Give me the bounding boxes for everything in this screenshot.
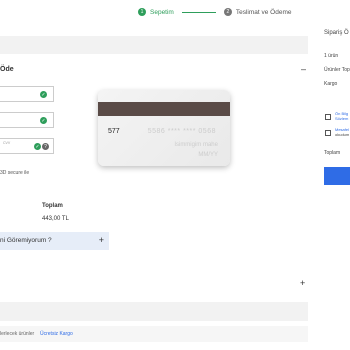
card-note-line2: MM/YY (198, 152, 218, 158)
info-icon[interactable]: ? (42, 143, 49, 150)
step-cart-dot: 1 (138, 8, 146, 16)
stepper-connector (181, 11, 216, 13)
cvv-hint: CVV (3, 141, 11, 145)
top-band (0, 36, 308, 54)
expiry-cvv-input[interactable]: CVV ✓ ? (0, 138, 54, 154)
payment-section-title: Öde (0, 66, 14, 73)
products-total-label: Ürünler Top (324, 67, 350, 73)
grand-total-label: Toplam (324, 150, 341, 156)
terms-link-1[interactable]: Ön Bilg Sözlem (335, 111, 348, 121)
shipping-label: Kargo (324, 81, 338, 87)
card-number-input[interactable]: ✓ (0, 112, 54, 128)
card-cvv-value: 577 (108, 128, 120, 135)
total-column-header: Toplam (42, 203, 63, 209)
terms-link-2-line2: okudum (335, 132, 350, 137)
card-back-visual: 577 5586 **** **** 0568 Isimmigim mahe M… (98, 90, 230, 166)
step-delivery-label[interactable]: Teslimat ve Ödeme (236, 9, 292, 16)
footer-text: lerlecek ürünler (0, 331, 35, 337)
checkout-stepper: 1 Sepetim 2 Teslimat ve Ödeme (138, 8, 292, 16)
step-cart-label[interactable]: Sepetim (150, 9, 174, 16)
terms-link-2[interactable]: Mesafel okudum (335, 127, 349, 137)
terms-checkbox-2[interactable] (325, 130, 331, 136)
order-summary-title: Sipariş Ö (324, 30, 349, 36)
valid-check-icon: ✓ (40, 91, 47, 98)
valid-check-icon: ✓ (34, 143, 41, 150)
card-number-mask: 5586 **** **** 0568 (147, 128, 216, 135)
expand-plus-icon[interactable]: + (99, 235, 104, 245)
card-note-line1: Isimmigim mahe (174, 142, 218, 148)
secure-hint: 3D secure ile (0, 170, 30, 176)
confirm-order-button[interactable] (324, 167, 350, 185)
terms-checkbox-1[interactable] (325, 114, 331, 120)
total-value: 443,00 TL (42, 216, 69, 222)
free-shipping-link[interactable]: Ücretsiz Kargo (40, 331, 73, 337)
card-holder-input[interactable]: ✓ (0, 86, 54, 102)
footer-strip: lerlecek ürünler Ücretsiz Kargo (0, 326, 308, 342)
lower-band (0, 302, 308, 321)
step-delivery-dot: 2 (223, 8, 232, 16)
valid-check-icon: ✓ (40, 117, 47, 124)
collapse-icon[interactable]: – (301, 64, 306, 74)
payment-section-header[interactable]: Öde – (0, 60, 308, 80)
card-magnetic-stripe (98, 102, 230, 116)
terms-link-1-line2: Sözlem (335, 116, 349, 121)
faq-label: ni Göremiyorum ? (0, 237, 52, 244)
faq-accordion[interactable]: ni Göremiyorum ? + (0, 232, 109, 250)
item-count: 1 ürün (324, 53, 339, 59)
card-note: Isimmigim mahe MM/YY (174, 140, 218, 160)
section-expand-plus-icon[interactable]: + (300, 278, 305, 288)
